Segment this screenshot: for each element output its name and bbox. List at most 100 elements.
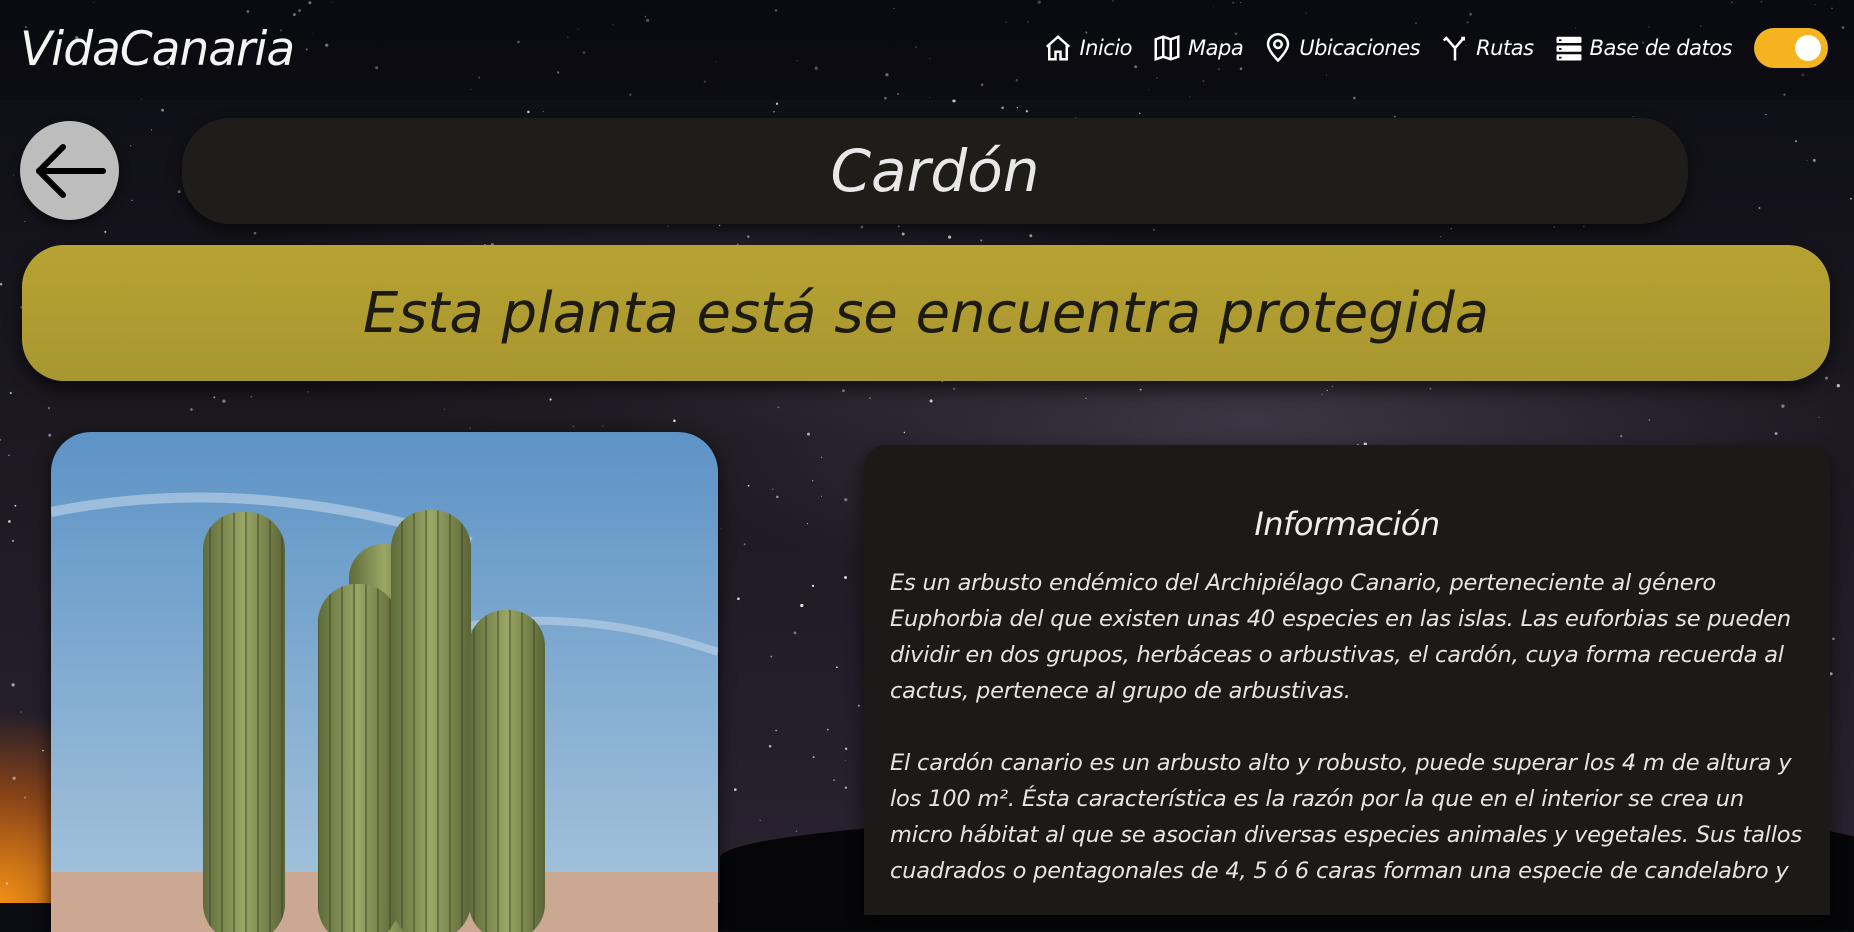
star bbox=[775, 729, 777, 732]
star bbox=[844, 498, 848, 502]
star bbox=[0, 438, 2, 441]
star bbox=[1765, 113, 1767, 116]
star bbox=[549, 398, 552, 401]
star bbox=[776, 495, 779, 499]
star bbox=[897, 225, 900, 228]
star bbox=[1774, 432, 1778, 435]
arrow-left-icon bbox=[35, 143, 106, 198]
star bbox=[860, 225, 864, 229]
star bbox=[20, 711, 22, 713]
back-button[interactable] bbox=[20, 121, 119, 220]
star bbox=[743, 543, 746, 546]
star bbox=[980, 239, 983, 242]
star bbox=[24, 796, 27, 799]
star bbox=[1794, 140, 1798, 143]
star bbox=[806, 523, 808, 525]
star bbox=[807, 432, 810, 436]
star bbox=[841, 389, 845, 393]
star bbox=[844, 786, 848, 789]
star bbox=[747, 235, 750, 238]
star bbox=[812, 756, 815, 759]
brand-logo[interactable]: VidaCanaria bbox=[20, 22, 295, 77]
star bbox=[5, 882, 9, 885]
star bbox=[833, 779, 836, 782]
star bbox=[1758, 207, 1761, 209]
star bbox=[1326, 389, 1328, 392]
star bbox=[572, 425, 574, 428]
star bbox=[527, 110, 530, 114]
star bbox=[844, 760, 846, 761]
home-icon bbox=[1046, 35, 1071, 61]
route-fork-icon bbox=[1442, 36, 1466, 61]
star bbox=[821, 495, 822, 497]
info-paragraph: Es un arbusto endémico del Archipiélago … bbox=[890, 570, 1791, 704]
star bbox=[307, 391, 309, 393]
star bbox=[1025, 110, 1029, 113]
star bbox=[12, 776, 16, 780]
star bbox=[667, 225, 669, 228]
info-title: Información bbox=[1254, 505, 1440, 543]
nav-item-inicio[interactable]: Inicio bbox=[1043, 33, 1133, 63]
star bbox=[1553, 226, 1556, 228]
nav-label-rutas: Rutas bbox=[1476, 36, 1534, 60]
nav-item-ubicaciones[interactable]: Ubicaciones bbox=[1263, 33, 1421, 63]
star bbox=[793, 631, 797, 635]
star bbox=[1806, 159, 1808, 162]
nav-label-ubicaciones: Ubicaciones bbox=[1299, 36, 1421, 60]
nav-item-mapa[interactable]: Mapa bbox=[1152, 33, 1244, 63]
star bbox=[1832, 637, 1835, 641]
star bbox=[190, 408, 193, 411]
star bbox=[952, 387, 956, 391]
star bbox=[775, 102, 779, 105]
star bbox=[1450, 228, 1452, 230]
star bbox=[1781, 404, 1785, 408]
nav-label-mapa: Mapa bbox=[1188, 36, 1244, 60]
star bbox=[1016, 106, 1019, 109]
star bbox=[42, 749, 44, 752]
star bbox=[869, 397, 871, 399]
star bbox=[1850, 197, 1852, 200]
star bbox=[759, 819, 761, 821]
star bbox=[1836, 384, 1840, 388]
star bbox=[150, 129, 153, 131]
star bbox=[11, 539, 15, 543]
star bbox=[1440, 236, 1442, 238]
star bbox=[48, 407, 50, 409]
star bbox=[1825, 376, 1828, 380]
star bbox=[130, 145, 132, 147]
star bbox=[770, 655, 773, 658]
star bbox=[821, 456, 823, 458]
star bbox=[772, 488, 774, 490]
plant-photo bbox=[51, 432, 718, 932]
star bbox=[104, 230, 107, 233]
star bbox=[48, 433, 52, 437]
star bbox=[602, 425, 604, 427]
theme-toggle[interactable] bbox=[1754, 28, 1828, 68]
star bbox=[747, 484, 750, 487]
star bbox=[1152, 228, 1155, 231]
star bbox=[773, 110, 775, 113]
star bbox=[0, 282, 3, 286]
star bbox=[1818, 416, 1820, 418]
star bbox=[811, 584, 815, 588]
nav-label-base-de-datos: Base de datos bbox=[1589, 36, 1733, 60]
star bbox=[1812, 158, 1816, 162]
star bbox=[9, 391, 12, 395]
star bbox=[718, 224, 721, 227]
star bbox=[222, 399, 226, 403]
star bbox=[1085, 397, 1087, 399]
nav-item-base-de-datos[interactable]: Base de datos bbox=[1554, 33, 1733, 63]
plant-name: Cardón bbox=[830, 137, 1040, 205]
star bbox=[777, 406, 780, 409]
star bbox=[443, 408, 445, 410]
star bbox=[131, 199, 133, 201]
star bbox=[673, 419, 676, 423]
nav-item-rutas[interactable]: Rutas bbox=[1440, 33, 1534, 63]
star bbox=[542, 111, 544, 113]
star bbox=[901, 232, 905, 236]
star bbox=[250, 396, 252, 398]
star bbox=[14, 504, 17, 507]
star bbox=[1648, 419, 1651, 421]
star bbox=[1139, 112, 1141, 114]
star bbox=[213, 396, 216, 399]
